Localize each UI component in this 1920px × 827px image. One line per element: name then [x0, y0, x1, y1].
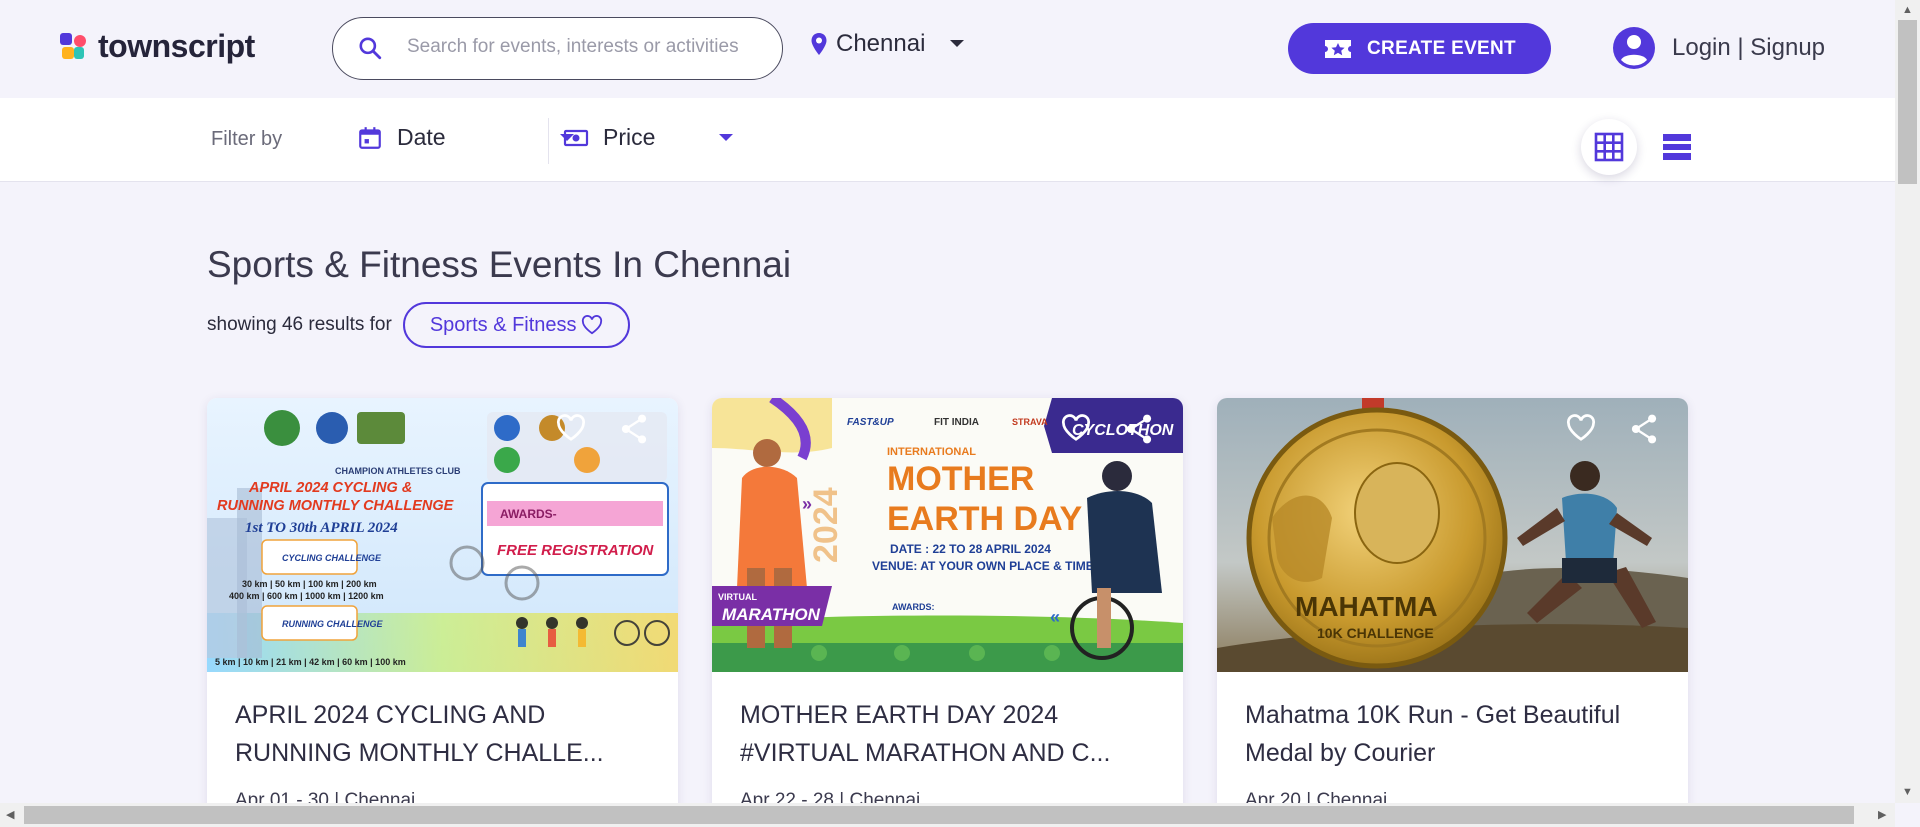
poster-intl-text: INTERNATIONAL	[887, 446, 976, 458]
event-card-title[interactable]: Mahatma 10K Run - Get Beautiful Medal by…	[1245, 696, 1665, 772]
card-actions	[1061, 414, 1153, 449]
create-event-button[interactable]: CREATE EVENT	[1288, 23, 1551, 74]
scroll-up-arrow-icon[interactable]: ▲	[1902, 4, 1913, 16]
logo-mark-icon	[60, 32, 88, 61]
search-box[interactable]	[332, 17, 783, 80]
poster-sponsor-1: FAST&UP	[847, 417, 894, 428]
poster-awards-text: AWARDS:	[892, 602, 935, 612]
medal-text-line1: MAHATMA	[1295, 591, 1438, 622]
calendar-icon	[359, 126, 381, 149]
poster-marathon-text: MARATHON	[722, 605, 821, 624]
share-icon[interactable]	[1630, 414, 1658, 449]
list-view-button[interactable]	[1649, 119, 1705, 175]
poster-cycling-text: CYCLING CHALLENGE	[282, 553, 382, 563]
favorite-heart-icon[interactable]	[1061, 414, 1091, 449]
event-card[interactable]: MAHATMA 10K CHALLENGE Mahatma 10K Run - …	[1217, 398, 1688, 818]
share-icon[interactable]	[1125, 414, 1153, 449]
date-filter-dropdown[interactable]: Date	[357, 124, 575, 151]
favorite-heart-icon[interactable]	[1566, 414, 1596, 449]
price-filter-dropdown[interactable]: Price	[563, 124, 734, 151]
horizontal-scrollbar-thumb[interactable]	[24, 806, 1854, 824]
medal-text-line2: 10K CHALLENGE	[1317, 625, 1434, 641]
category-chip-label: Sports & Fitness	[429, 313, 577, 336]
filter-bar: Filter by Date Price	[0, 98, 1895, 182]
price-filter-label: Price	[603, 124, 656, 150]
list-icon	[1663, 134, 1691, 160]
scroll-right-arrow-icon[interactable]: ▶	[1878, 808, 1886, 821]
grid-view-button[interactable]	[1581, 119, 1637, 175]
login-signup-label: Login | Signup	[1672, 34, 1826, 61]
ticket-star-icon	[1325, 39, 1352, 58]
favorite-heart-icon[interactable]	[556, 414, 586, 449]
event-card-title[interactable]: MOTHER EARTH DAY 2024 #VIRTUAL MARATHON …	[740, 696, 1160, 772]
login-signup-link[interactable]: Login | Signup	[1612, 26, 1825, 70]
poster-earth-text: EARTH DAY	[887, 500, 1083, 538]
event-card-title[interactable]: APRIL 2024 CYCLING AND RUNNING MONTHLY C…	[235, 696, 655, 772]
city-selector[interactable]: Chennai	[810, 30, 965, 58]
city-name: Chennai	[836, 30, 926, 57]
scroll-down-arrow-icon[interactable]: ▼	[1902, 786, 1913, 798]
poster-dates-text: 1st TO 30th APRIL 2024	[245, 520, 398, 536]
poster-date-text: DATE : 22 TO 28 APRIL 2024	[890, 542, 1051, 556]
poster-virtual-text: VIRTUAL	[718, 592, 757, 602]
event-card[interactable]: AWARDS- FREE REGISTRATION CHAMPION ATHLE…	[207, 398, 678, 818]
poster-sponsor-2: FIT INDIA	[934, 417, 979, 428]
chevron-down-icon	[950, 40, 965, 47]
results-count-text: showing 46 results for	[207, 314, 392, 335]
event-poster-image[interactable]: MAHATMA 10K CHALLENGE	[1217, 398, 1688, 672]
card-actions	[556, 414, 648, 449]
event-card[interactable]: 2024 INTERNATIONAL MOTHER EARTH DAY DATE…	[712, 398, 1183, 818]
event-poster-image[interactable]: AWARDS- FREE REGISTRATION CHAMPION ATHLE…	[207, 398, 678, 672]
chevron-down-icon	[719, 133, 734, 141]
filter-by-label: Filter by	[211, 128, 283, 150]
poster-free-registration-text: FREE REGISTRATION	[497, 542, 655, 559]
search-icon	[359, 37, 382, 60]
svg-text:»: »	[802, 494, 812, 514]
top-header: townscript Chennai CREATE EVENT Log	[0, 0, 1895, 98]
event-poster-image[interactable]: 2024 INTERNATIONAL MOTHER EARTH DAY DATE…	[712, 398, 1183, 672]
svg-text:«: «	[1050, 607, 1060, 627]
poster-headline-line1: APRIL 2024 CYCLING &	[248, 480, 412, 496]
poster-club-text: CHAMPION ATHLETES CLUB	[335, 466, 461, 476]
share-icon[interactable]	[620, 414, 648, 449]
user-avatar-icon	[1613, 27, 1655, 69]
poster-running-km: 5 km | 10 km | 21 km | 42 km | 60 km | 1…	[215, 657, 406, 667]
card-actions	[1566, 414, 1658, 449]
townscript-logo[interactable]: townscript	[60, 28, 255, 65]
grid-icon	[1594, 132, 1624, 162]
poster-headline-line2: RUNNING MONTHLY CHALLENGE	[217, 498, 455, 514]
poster-year-text: 2024	[807, 487, 845, 563]
poster-mother-text: MOTHER	[887, 460, 1034, 498]
scroll-left-arrow-icon[interactable]: ◀	[6, 808, 14, 821]
poster-running-text: RUNNING CHALLENGE	[282, 619, 383, 629]
filter-divider	[548, 118, 549, 164]
page-title: Sports & Fitness Events In Chennai	[207, 244, 792, 285]
poster-sponsor-3: STRAVA	[1012, 417, 1048, 427]
results-summary: showing 46 results for Sports & Fitness	[207, 302, 630, 348]
date-filter-label: Date	[397, 124, 446, 150]
search-input[interactable]	[407, 36, 767, 58]
poster-venue-text: VENUE: AT YOUR OWN PLACE & TIME.	[872, 559, 1097, 573]
money-icon	[563, 129, 589, 146]
poster-cycling-km2: 400 km | 600 km | 1000 km | 1200 km	[229, 591, 384, 601]
poster-awards-text: AWARDS-	[500, 507, 557, 521]
poster-cycling-km: 30 km | 50 km | 100 km | 200 km	[242, 579, 377, 589]
vertical-scrollbar-thumb[interactable]	[1898, 20, 1917, 184]
create-event-label: CREATE EVENT	[1367, 37, 1516, 59]
category-chip-sports-fitness[interactable]: Sports & Fitness	[402, 302, 630, 348]
heart-outline-icon	[581, 315, 602, 335]
logo-text: townscript	[98, 28, 255, 64]
location-pin-icon	[811, 33, 827, 55]
